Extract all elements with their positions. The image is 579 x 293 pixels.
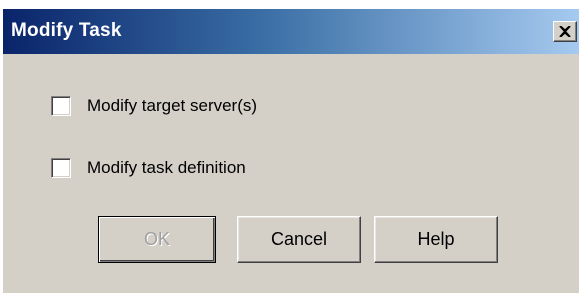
modify-task-definition-label: Modify task definition — [87, 158, 246, 177]
modify-task-definition-option[interactable]: Modify task definition — [51, 158, 246, 178]
cancel-button[interactable]: Cancel — [237, 216, 361, 263]
modify-target-servers-label: Modify target server(s) — [87, 96, 258, 115]
ok-button[interactable]: OK — [98, 216, 216, 263]
help-button[interactable]: Help — [374, 216, 498, 263]
modify-task-definition-checkbox[interactable] — [51, 158, 71, 178]
modify-target-servers-option[interactable]: Modify target server(s) — [51, 96, 257, 116]
modify-target-servers-checkbox[interactable] — [51, 96, 71, 116]
close-button[interactable] — [553, 21, 577, 42]
title-bar[interactable]: Modify Task — [3, 9, 579, 54]
close-icon — [559, 26, 571, 37]
dialog-title: Modify Task — [11, 20, 122, 41]
modify-task-dialog: Modify Task Modify target server(s) Modi… — [2, 8, 579, 293]
